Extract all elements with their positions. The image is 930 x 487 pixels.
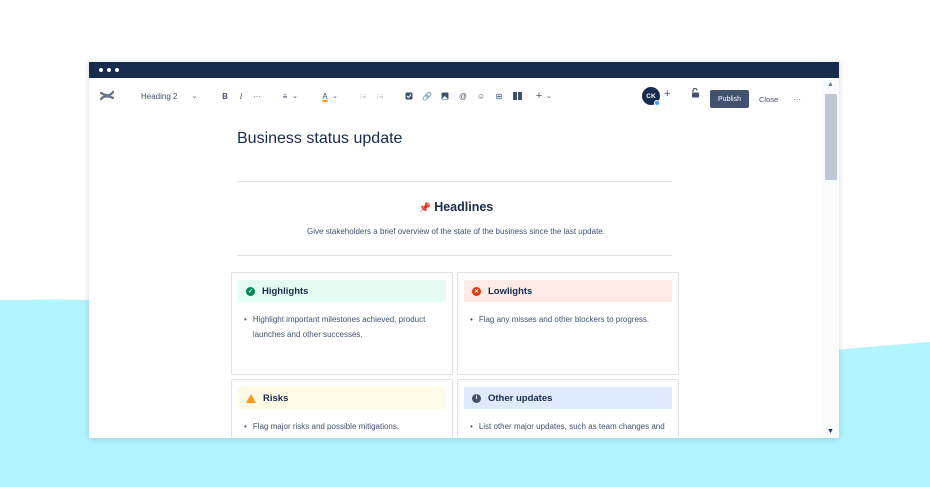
insert-more-button[interactable]: + bbox=[533, 89, 545, 103]
chevron-down-icon: ⌄ bbox=[332, 93, 338, 100]
scrollbar[interactable]: ▲ ▼ bbox=[823, 78, 839, 438]
other-updates-panel-header: i Other updates bbox=[464, 387, 672, 409]
confluence-logo-icon[interactable] bbox=[100, 78, 116, 114]
warning-icon bbox=[246, 393, 256, 403]
scroll-down-icon[interactable]: ▼ bbox=[827, 428, 834, 435]
highlights-card[interactable]: ✓ Highlights • Highlight important miles… bbox=[231, 272, 453, 375]
error-circle-icon: ✕ bbox=[472, 286, 481, 296]
window-dot-icon bbox=[99, 68, 103, 72]
add-collaborator-button[interactable]: + bbox=[664, 88, 670, 100]
scrollbar-thumb[interactable] bbox=[825, 94, 837, 180]
check-circle-icon: ✓ bbox=[246, 286, 255, 296]
bullet-list-icon[interactable]: ⁝≡ bbox=[357, 89, 369, 103]
text-color-button[interactable]: A bbox=[319, 89, 331, 103]
editor-window: Heading 2 ⌄ B I ··· ≡ ⌄ A ⌄ ⁝≡ ⁝≡ 🔗 @ ☺ … bbox=[89, 62, 839, 438]
highlights-panel-header: ✓ Highlights bbox=[238, 280, 446, 302]
publish-button[interactable]: Publish bbox=[710, 90, 749, 108]
bold-button[interactable]: B bbox=[219, 89, 231, 103]
lowlights-title: Lowlights bbox=[488, 285, 533, 297]
more-options-button[interactable]: ··· bbox=[793, 90, 801, 108]
highlights-title: Highlights bbox=[262, 285, 309, 297]
window-titlebar bbox=[89, 62, 839, 78]
list-item: • List other major updates, such as team… bbox=[470, 422, 665, 438]
close-button[interactable]: Close bbox=[759, 90, 778, 108]
window-dot-icon bbox=[107, 68, 111, 72]
restrictions-lock-icon[interactable] bbox=[691, 87, 700, 100]
risks-title: Risks bbox=[263, 392, 289, 404]
headlines-subtitle[interactable]: Give stakeholders a brief overview of th… bbox=[89, 227, 823, 236]
window-dot-icon bbox=[115, 68, 119, 72]
other-updates-card[interactable]: i Other updates • List other major updat… bbox=[457, 379, 679, 438]
mention-icon[interactable]: @ bbox=[457, 89, 469, 103]
list-item: • Highlight important milestones achieve… bbox=[244, 315, 426, 339]
list-item: • Flag major risks and possible mitigati… bbox=[244, 422, 400, 431]
more-formatting-button[interactable]: ··· bbox=[251, 89, 263, 103]
risks-panel-header: Risks bbox=[238, 387, 446, 409]
layout-icon[interactable] bbox=[511, 89, 523, 103]
lowlights-panel-header: ✕ Lowlights bbox=[464, 280, 672, 302]
pushpin-icon: 📌 bbox=[418, 203, 432, 214]
align-button[interactable]: ≡ bbox=[279, 89, 291, 103]
list-item: • Flag any misses and other blockers to … bbox=[470, 315, 650, 324]
heading-style-select[interactable]: Heading 2 ⌄ bbox=[141, 78, 197, 114]
info-circle-icon: i bbox=[472, 393, 481, 403]
action-item-icon[interactable] bbox=[403, 89, 415, 103]
table-icon[interactable]: ⊞ bbox=[493, 89, 505, 103]
editor-toolbar: Heading 2 ⌄ B I ··· ≡ ⌄ A ⌄ ⁝≡ ⁝≡ 🔗 @ ☺ … bbox=[89, 78, 823, 114]
avatar-status-badge bbox=[654, 100, 660, 106]
risks-card[interactable]: Risks • Flag major risks and possible mi… bbox=[231, 379, 453, 438]
link-icon[interactable]: 🔗 bbox=[421, 89, 433, 103]
lowlights-card[interactable]: ✕ Lowlights • Flag any misses and other … bbox=[457, 272, 679, 375]
divider bbox=[237, 255, 672, 256]
numbered-list-icon[interactable]: ⁝≡ bbox=[374, 89, 386, 103]
divider bbox=[237, 181, 672, 182]
italic-button[interactable]: I bbox=[235, 89, 247, 103]
image-icon[interactable] bbox=[439, 89, 451, 103]
chevron-down-icon: ⌄ bbox=[191, 93, 198, 100]
chevron-down-icon: ⌄ bbox=[546, 93, 552, 100]
chevron-down-icon: ⌄ bbox=[292, 93, 298, 100]
document-content: Business status update 📌 Headlines Give s… bbox=[89, 114, 823, 438]
scroll-up-icon[interactable]: ▲ bbox=[827, 81, 834, 88]
page-title[interactable]: Business status update bbox=[237, 130, 402, 148]
heading-style-label: Heading 2 bbox=[141, 91, 178, 101]
other-updates-title: Other updates bbox=[488, 392, 553, 404]
emoji-icon[interactable]: ☺ bbox=[475, 89, 487, 103]
headlines-heading[interactable]: 📌 Headlines bbox=[89, 200, 823, 214]
